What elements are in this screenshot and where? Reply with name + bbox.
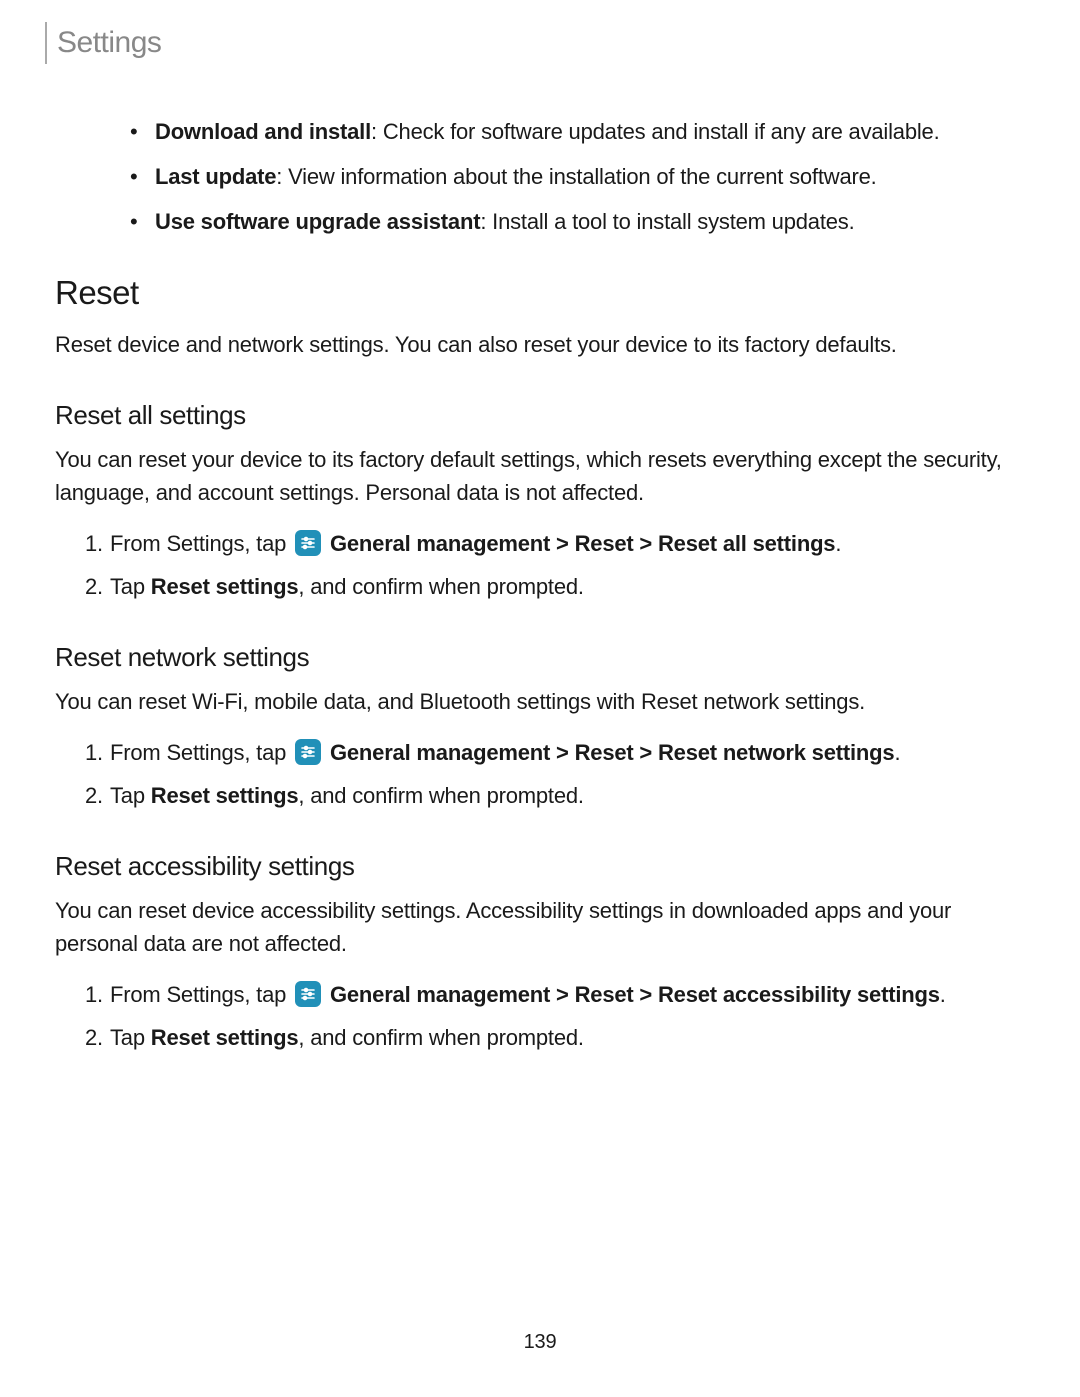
heading-reset: Reset (55, 268, 1025, 318)
reset-all-steps: 1. From Settings, tap General management… (85, 527, 1025, 603)
step-text-pre: From Settings, tap (110, 982, 292, 1007)
step-text-bold: General management > Reset > Reset all s… (324, 531, 835, 556)
list-item: 1. From Settings, tap General management… (85, 736, 1025, 769)
header-title: Settings (57, 20, 161, 65)
reset-intro: Reset device and network settings. You c… (55, 328, 1025, 361)
step-number: 2. (85, 779, 103, 812)
step-text-bold: General management > Reset > Reset netwo… (324, 740, 894, 765)
step-text-post: , and confirm when prompted. (298, 1025, 583, 1050)
bullet-desc: : Install a tool to install system updat… (480, 209, 854, 234)
page-header: Settings (45, 20, 1025, 65)
step-text-bold: Reset settings (151, 783, 299, 808)
general-management-icon (295, 530, 321, 556)
reset-network-steps: 1. From Settings, tap General management… (85, 736, 1025, 812)
list-item: 1. From Settings, tap General management… (85, 978, 1025, 1011)
reset-network-intro: You can reset Wi-Fi, mobile data, and Bl… (55, 685, 1025, 718)
heading-reset-all: Reset all settings (55, 396, 1025, 435)
reset-accessibility-steps: 1. From Settings, tap General management… (85, 978, 1025, 1054)
bullet-desc: : Check for software updates and install… (371, 119, 939, 144)
step-text-bold: Reset settings (151, 1025, 299, 1050)
header-divider (45, 22, 47, 64)
bullet-last-update: Last update: View information about the … (130, 160, 1025, 193)
list-item: 2. Tap Reset settings, and confirm when … (85, 570, 1025, 603)
step-number: 2. (85, 1021, 103, 1054)
step-text-pre: Tap (110, 783, 151, 808)
step-text-post: , and confirm when prompted. (298, 783, 583, 808)
bullet-download-install: Download and install: Check for software… (130, 115, 1025, 148)
step-text-pre: From Settings, tap (110, 531, 292, 556)
step-text-bold: Reset settings (151, 574, 299, 599)
list-item: 2. Tap Reset settings, and confirm when … (85, 779, 1025, 812)
step-number: 1. (85, 978, 103, 1011)
bullet-label: Download and install (155, 119, 371, 144)
reset-accessibility-intro: You can reset device accessibility setti… (55, 894, 1025, 960)
list-item: 1. From Settings, tap General management… (85, 527, 1025, 560)
bullet-label: Last update (155, 164, 276, 189)
bullet-upgrade-assistant: Use software upgrade assistant: Install … (130, 205, 1025, 238)
step-period: . (940, 982, 946, 1007)
step-number: 2. (85, 570, 103, 603)
bullet-label: Use software upgrade assistant (155, 209, 480, 234)
heading-reset-accessibility: Reset accessibility settings (55, 847, 1025, 886)
step-text-pre: Tap (110, 574, 151, 599)
step-period: . (835, 531, 841, 556)
bullet-desc: : View information about the installatio… (276, 164, 876, 189)
step-text-bold: General management > Reset > Reset acces… (324, 982, 940, 1007)
general-management-icon (295, 981, 321, 1007)
software-update-bullets: Download and install: Check for software… (130, 115, 1025, 238)
step-text-pre: Tap (110, 1025, 151, 1050)
reset-all-intro: You can reset your device to its factory… (55, 443, 1025, 509)
step-text-pre: From Settings, tap (110, 740, 292, 765)
list-item: 2. Tap Reset settings, and confirm when … (85, 1021, 1025, 1054)
step-text-post: , and confirm when prompted. (298, 574, 583, 599)
page-number: 139 (524, 1327, 557, 1357)
step-number: 1. (85, 527, 103, 560)
step-number: 1. (85, 736, 103, 769)
general-management-icon (295, 739, 321, 765)
step-period: . (894, 740, 900, 765)
heading-reset-network: Reset network settings (55, 638, 1025, 677)
